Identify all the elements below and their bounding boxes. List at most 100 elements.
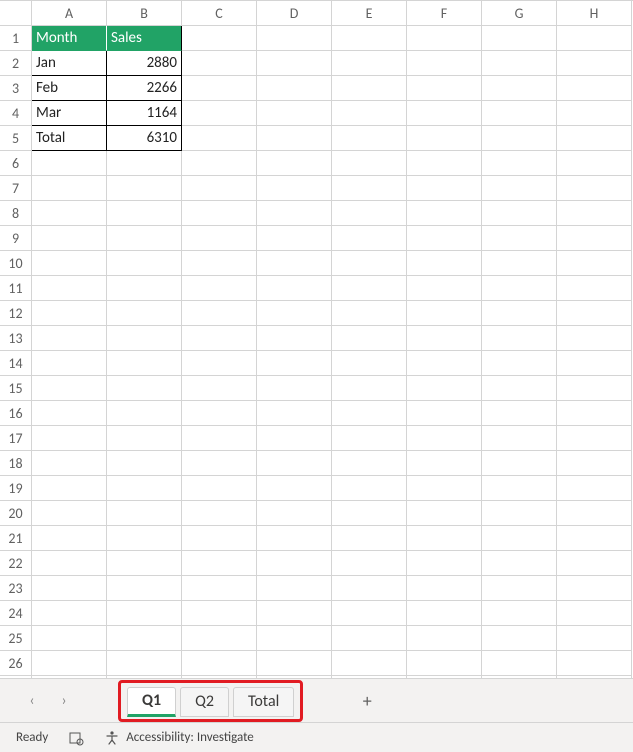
cell-F10[interactable]: [407, 251, 482, 276]
cell-E12[interactable]: [332, 301, 407, 326]
cell-G20[interactable]: [482, 501, 557, 526]
cell-F1[interactable]: [407, 26, 482, 51]
cell-G6[interactable]: [482, 151, 557, 176]
cell-H18[interactable]: [557, 451, 632, 476]
cell-E18[interactable]: [332, 451, 407, 476]
cell-H20[interactable]: [557, 501, 632, 526]
row-header-23[interactable]: 23: [0, 576, 32, 601]
cell-A23[interactable]: [32, 576, 107, 601]
cell-G23[interactable]: [482, 576, 557, 601]
cell-H26[interactable]: [557, 651, 632, 676]
cell-F18[interactable]: [407, 451, 482, 476]
cell-H25[interactable]: [557, 626, 632, 651]
cell-G3[interactable]: [482, 76, 557, 101]
cell-G21[interactable]: [482, 526, 557, 551]
cell-D11[interactable]: [257, 276, 332, 301]
cell-A7[interactable]: [32, 176, 107, 201]
macro-record-icon[interactable]: [68, 730, 84, 746]
cell-B13[interactable]: [107, 326, 182, 351]
cell-D6[interactable]: [257, 151, 332, 176]
row-header-8[interactable]: 8: [0, 201, 32, 226]
row-header-22[interactable]: 22: [0, 551, 32, 576]
cell-F15[interactable]: [407, 376, 482, 401]
cell-A8[interactable]: [32, 201, 107, 226]
cell-C15[interactable]: [182, 376, 257, 401]
cell-C25[interactable]: [182, 626, 257, 651]
cell-B11[interactable]: [107, 276, 182, 301]
cell-E5[interactable]: [332, 126, 407, 151]
cell-D24[interactable]: [257, 601, 332, 626]
cell-E23[interactable]: [332, 576, 407, 601]
cell-H10[interactable]: [557, 251, 632, 276]
column-header-a[interactable]: A: [32, 1, 107, 26]
cell-B25[interactable]: [107, 626, 182, 651]
cell-H23[interactable]: [557, 576, 632, 601]
cell-D7[interactable]: [257, 176, 332, 201]
sheet-tab-q2[interactable]: Q2: [180, 687, 229, 717]
cell-H6[interactable]: [557, 151, 632, 176]
cell-E7[interactable]: [332, 176, 407, 201]
cell-C2[interactable]: [182, 51, 257, 76]
cell-B2[interactable]: 2880: [107, 51, 182, 76]
cell-G7[interactable]: [482, 176, 557, 201]
cell-H5[interactable]: [557, 126, 632, 151]
cell-F19[interactable]: [407, 476, 482, 501]
cell-C21[interactable]: [182, 526, 257, 551]
cell-E6[interactable]: [332, 151, 407, 176]
cell-H8[interactable]: [557, 201, 632, 226]
cell-D26[interactable]: [257, 651, 332, 676]
cell-D17[interactable]: [257, 426, 332, 451]
cell-B23[interactable]: [107, 576, 182, 601]
cell-E22[interactable]: [332, 551, 407, 576]
row-header-26[interactable]: 26: [0, 651, 32, 676]
cell-F24[interactable]: [407, 601, 482, 626]
cell-B20[interactable]: [107, 501, 182, 526]
sheet-tab-q1[interactable]: Q1: [127, 687, 176, 717]
cell-F23[interactable]: [407, 576, 482, 601]
cell-G17[interactable]: [482, 426, 557, 451]
cell-C10[interactable]: [182, 251, 257, 276]
cell-F26[interactable]: [407, 651, 482, 676]
cell-C7[interactable]: [182, 176, 257, 201]
row-header-5[interactable]: 5: [0, 126, 32, 151]
cell-H15[interactable]: [557, 376, 632, 401]
cell-B18[interactable]: [107, 451, 182, 476]
cell-C3[interactable]: [182, 76, 257, 101]
column-header-g[interactable]: G: [482, 1, 557, 26]
cell-A12[interactable]: [32, 301, 107, 326]
cell-D8[interactable]: [257, 201, 332, 226]
cell-H13[interactable]: [557, 326, 632, 351]
row-header-18[interactable]: 18: [0, 451, 32, 476]
row-header-2[interactable]: 2: [0, 51, 32, 76]
cell-B21[interactable]: [107, 526, 182, 551]
row-header-11[interactable]: 11: [0, 276, 32, 301]
cell-A20[interactable]: [32, 501, 107, 526]
cell-C18[interactable]: [182, 451, 257, 476]
cell-D18[interactable]: [257, 451, 332, 476]
cell-E2[interactable]: [332, 51, 407, 76]
cell-B22[interactable]: [107, 551, 182, 576]
row-header-13[interactable]: 13: [0, 326, 32, 351]
row-header-9[interactable]: 9: [0, 226, 32, 251]
cell-H7[interactable]: [557, 176, 632, 201]
cell-A19[interactable]: [32, 476, 107, 501]
cell-G15[interactable]: [482, 376, 557, 401]
cell-D2[interactable]: [257, 51, 332, 76]
row-header-19[interactable]: 19: [0, 476, 32, 501]
cell-B24[interactable]: [107, 601, 182, 626]
cell-G9[interactable]: [482, 226, 557, 251]
cell-H21[interactable]: [557, 526, 632, 551]
cell-F22[interactable]: [407, 551, 482, 576]
cell-D16[interactable]: [257, 401, 332, 426]
cell-A9[interactable]: [32, 226, 107, 251]
cell-H16[interactable]: [557, 401, 632, 426]
cell-C26[interactable]: [182, 651, 257, 676]
cell-E1[interactable]: [332, 26, 407, 51]
cell-E15[interactable]: [332, 376, 407, 401]
cell-F7[interactable]: [407, 176, 482, 201]
cell-A6[interactable]: [32, 151, 107, 176]
cell-E17[interactable]: [332, 426, 407, 451]
cell-B4[interactable]: 1164: [107, 101, 182, 126]
row-header-20[interactable]: 20: [0, 501, 32, 526]
row-header-3[interactable]: 3: [0, 76, 32, 101]
